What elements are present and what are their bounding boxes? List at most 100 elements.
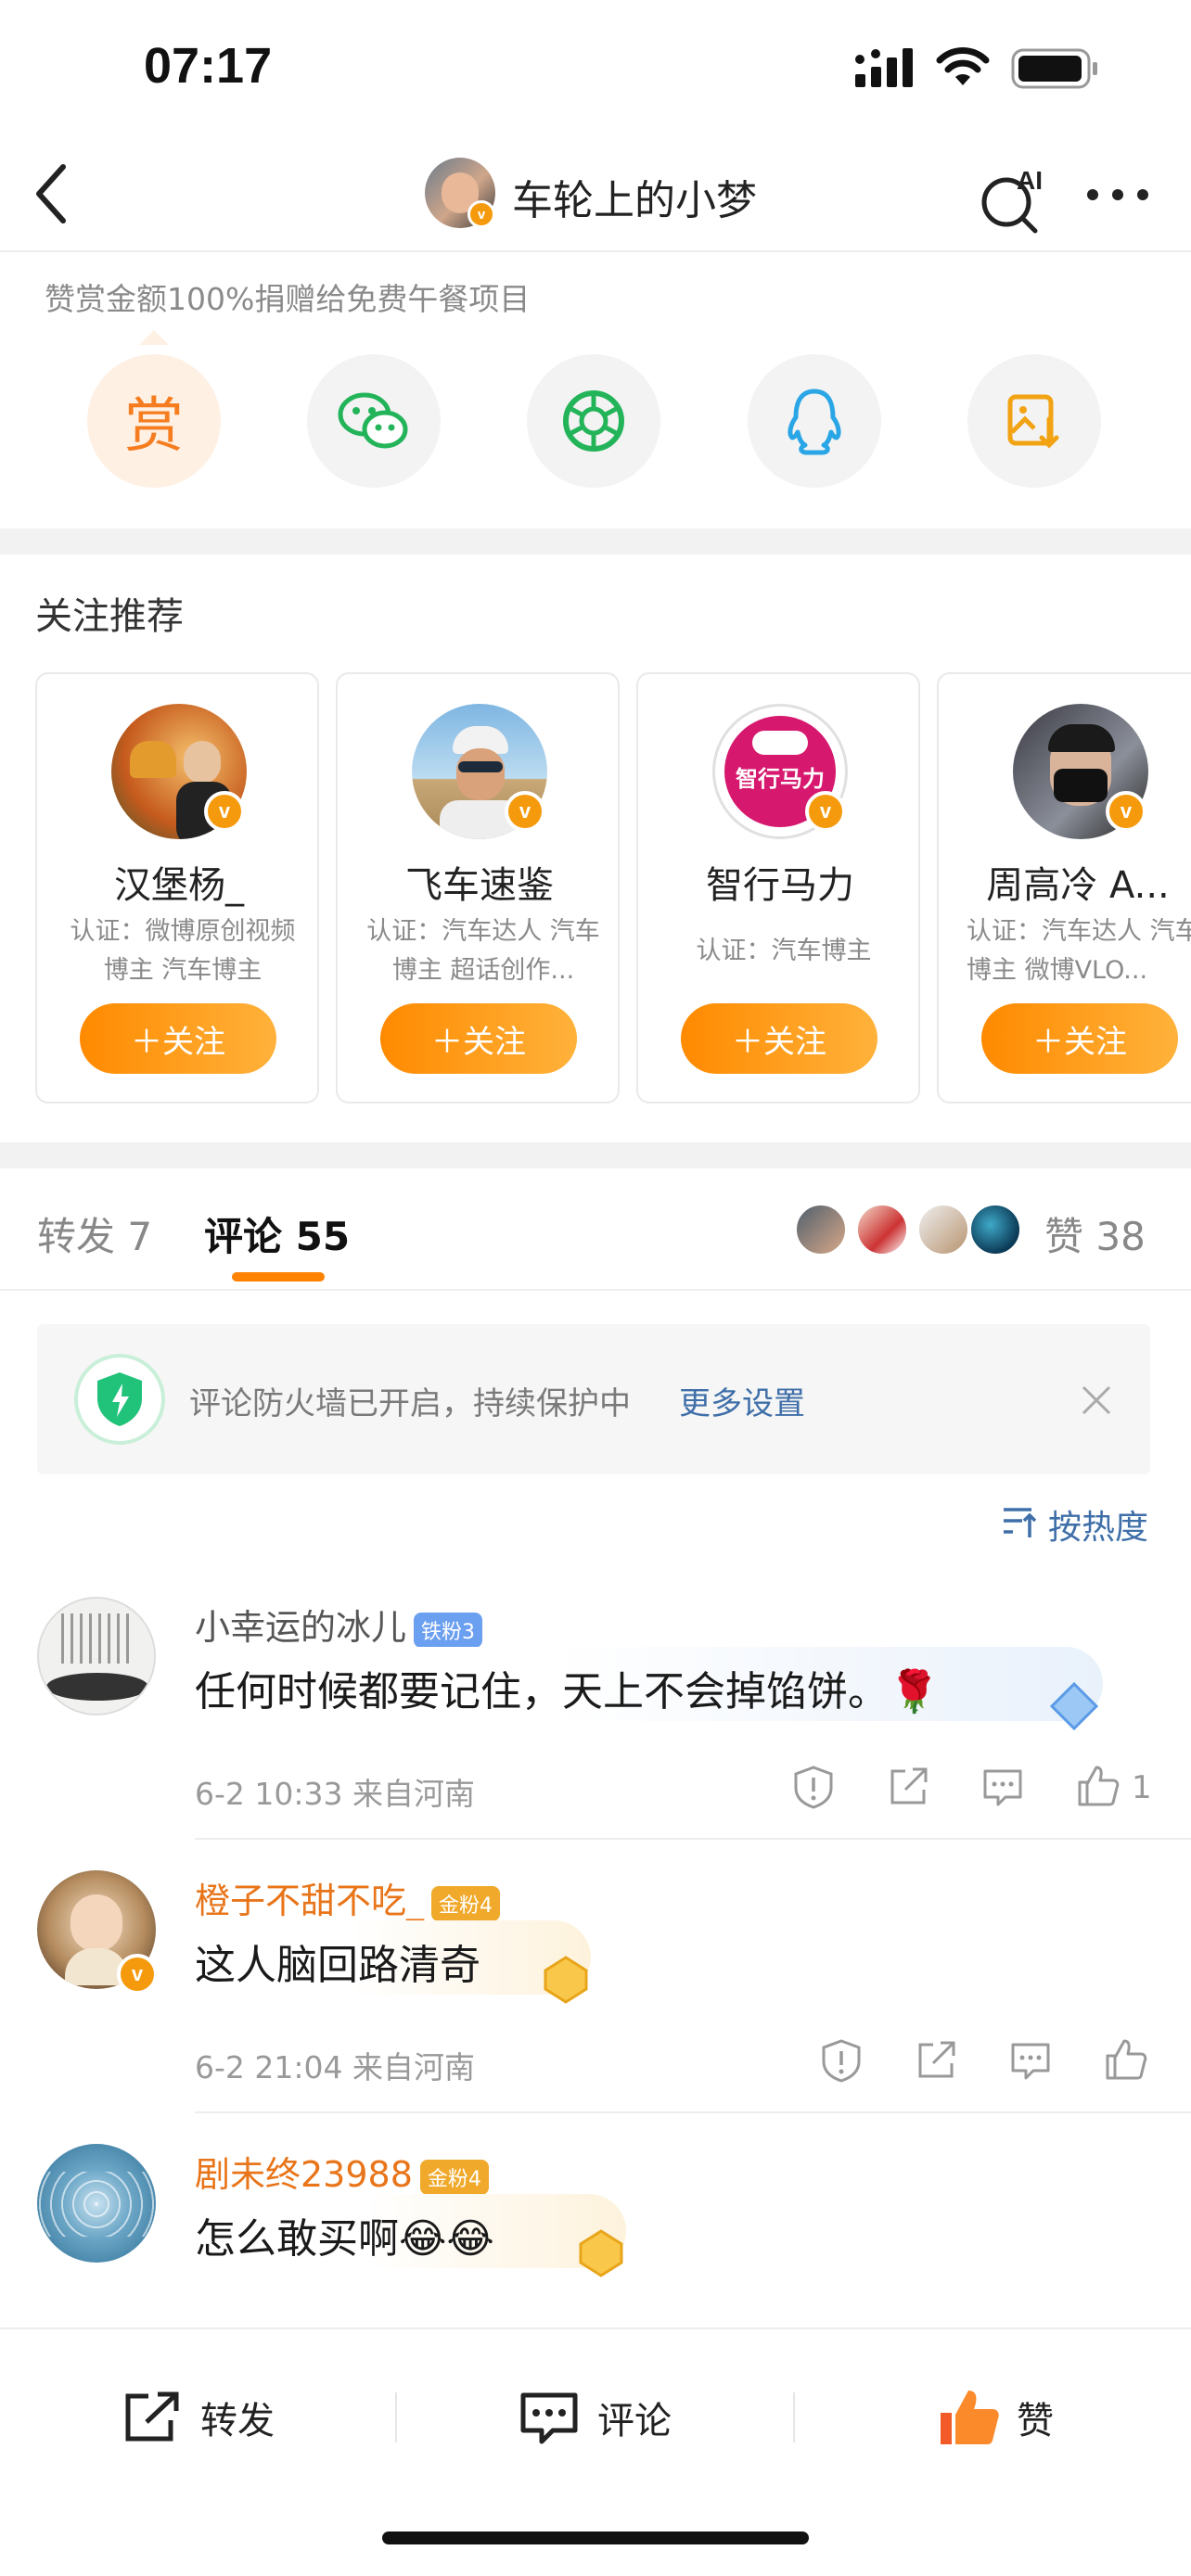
bar-divider [395, 2392, 397, 2442]
brand-logo-text: 智行马力 [736, 766, 825, 792]
sort-label[interactable]: 按热度 [1048, 1500, 1148, 1549]
commenter-name-text: 小幸运的冰儿 [195, 1607, 407, 1648]
verified-badge-icon: v [117, 1954, 158, 1995]
verified-badge-icon: v [467, 200, 495, 228]
recommend-desc: 认证：汽车达人 汽车博主 超话创作... [366, 917, 600, 985]
bottom-action-bar: 转发 评论 赞 [0, 2327, 1191, 2576]
tab-repost[interactable]: 转发 7 [37, 1205, 152, 1262]
reward-note: 赞赏金额100%捐赠给免费午餐项目 [45, 281, 531, 317]
share-comment-icon[interactable] [913, 2037, 959, 2084]
report-icon[interactable] [818, 2037, 864, 2084]
report-icon[interactable] [790, 1764, 837, 1810]
home-indicator [382, 2531, 809, 2544]
repost-icon [125, 2391, 179, 2442]
liker-avatar [968, 1203, 1022, 1256]
firewall-notice: 评论防火墙已开启，持续保护中 更多设置 [37, 1324, 1150, 1474]
section-divider [0, 529, 1191, 555]
wifi-icon [936, 47, 990, 85]
cellular-signal-icon [855, 48, 913, 87]
comment-text: 这人脑回路清奇 [195, 1942, 480, 1989]
comment-meta: 6-2 10:33 来自河南 [195, 1776, 475, 1812]
liker-avatar [855, 1203, 909, 1256]
commenter-avatar[interactable] [37, 2144, 156, 2263]
status-time: 07:17 [144, 38, 273, 94]
commenter-name[interactable]: 橙子不甜不吃_ 金粉4 [195, 1872, 501, 1923]
liker-avatar [794, 1203, 848, 1256]
comment-meta: 6-2 21:04 来自河南 [195, 2049, 475, 2085]
section-divider [0, 1142, 1191, 1168]
recommend-title: 关注推荐 [35, 595, 184, 638]
comment-icon [520, 2392, 578, 2444]
ai-label: AI [1017, 166, 1043, 195]
diamond-decoration-icon [1049, 1681, 1099, 1731]
recommend-card[interactable]: v 汉堡杨_ 认证：微博原创视频博主 汽车博主 ＋关注 [35, 672, 319, 1103]
recommend-name: 飞车速鉴 [405, 864, 554, 907]
verified-badge-icon: v [204, 791, 245, 832]
sort-icon[interactable] [1000, 1502, 1039, 1539]
follow-button[interactable]: ＋关注 [380, 1003, 577, 1074]
commenter-avatar[interactable] [37, 1597, 156, 1715]
fan-badge: 金粉4 [419, 2159, 489, 2195]
recommend-name: 汉堡杨_ [114, 864, 244, 907]
comment-label: 评论 [597, 2400, 672, 2442]
comment-text: 怎么敢买啊😂😂 [195, 2215, 494, 2263]
recommend-desc: 认证：汽车达人 汽车博主 微博VLO... [967, 917, 1191, 985]
follow-button[interactable]: ＋关注 [981, 1003, 1178, 1074]
reply-icon[interactable] [980, 1764, 1026, 1810]
recommend-card[interactable]: v 飞车速鉴 认证：汽车达人 汽车博主 超话创作... ＋关注 [336, 672, 620, 1103]
more-icon[interactable] [1085, 187, 1150, 202]
moments-icon [563, 390, 624, 452]
status-bar: 07:17 [0, 0, 1191, 139]
tab-comments[interactable]: 评论 55 [204, 1205, 350, 1262]
reward-pointer [139, 330, 169, 345]
save-image-icon [1007, 394, 1059, 449]
tab-likes[interactable]: 赞 38 [1044, 1205, 1146, 1262]
recommend-card[interactable]: 智行马力 v 智行马力 认证：汽车博主 ＋关注 [636, 672, 920, 1103]
like-button[interactable]: 赞 [937, 2371, 1054, 2464]
recommend-name: 周高冷 A... [986, 864, 1170, 907]
back-icon[interactable] [28, 161, 74, 226]
reply-icon[interactable] [1007, 2037, 1054, 2084]
share-moments-button[interactable] [527, 354, 660, 488]
commenter-name[interactable]: 剧未终23988 金粉4 [195, 2146, 489, 2197]
commenter-name[interactable]: 小幸运的冰儿 铁粉3 [195, 1599, 483, 1650]
save-image-button[interactable] [967, 354, 1101, 488]
comment-button[interactable]: 评论 [518, 2371, 672, 2464]
recommend-desc: 认证：微博原创视频博主 汽车博主 [70, 917, 296, 985]
nav-bar: v 车轮上的小梦 AI [0, 139, 1191, 252]
repost-label: 转发 [200, 2400, 275, 2442]
fan-badge: 金粉4 [431, 1885, 501, 1921]
reward-icon: 赏 [124, 392, 184, 461]
recommend-card[interactable]: v 周高冷 A... 认证：汽车达人 汽车博主 微博VLO... ＋关注 [937, 672, 1191, 1103]
share-wechat-button[interactable] [307, 354, 441, 488]
tabs-divider [0, 1289, 1191, 1291]
follow-button[interactable]: ＋关注 [80, 1003, 276, 1074]
share-qq-button[interactable] [748, 354, 881, 488]
follow-button[interactable]: ＋关注 [681, 1003, 877, 1074]
page-title: 车轮上的小梦 [512, 177, 757, 224]
more-settings-link[interactable]: 更多设置 [679, 1378, 805, 1423]
wechat-icon [338, 392, 408, 449]
liker-avatar [916, 1203, 970, 1256]
tab-indicator [232, 1272, 325, 1282]
badge-decoration-icon [544, 1956, 588, 2004]
comment-text: 任何时候都要记住，天上不会掉馅饼。🌹 [195, 1668, 940, 1715]
ai-search-icon[interactable]: AI [976, 159, 1050, 234]
like-label: 赞 [1017, 2400, 1054, 2442]
verified-badge-icon: v [505, 791, 545, 832]
comment-divider [195, 1838, 1191, 1840]
commenter-name-text: 橙子不甜不吃_ [195, 1881, 425, 1921]
like-icon[interactable] [1074, 1762, 1121, 1808]
close-icon[interactable] [1080, 1384, 1113, 1417]
shield-icon [74, 1354, 165, 1445]
like-filled-icon [941, 2391, 999, 2444]
repost-button[interactable]: 转发 [121, 2371, 275, 2464]
firewall-text: 评论防火墙已开启，持续保护中 [189, 1385, 631, 1422]
reward-button[interactable]: 赏 [87, 354, 221, 488]
recommend-name: 智行马力 [706, 864, 854, 907]
like-icon[interactable] [1102, 2035, 1148, 2082]
like-count: 1 [1132, 1769, 1152, 1806]
share-comment-icon[interactable] [885, 1764, 931, 1810]
recommend-desc: 认证：汽车博主 [696, 937, 872, 965]
bar-divider [793, 2392, 795, 2442]
